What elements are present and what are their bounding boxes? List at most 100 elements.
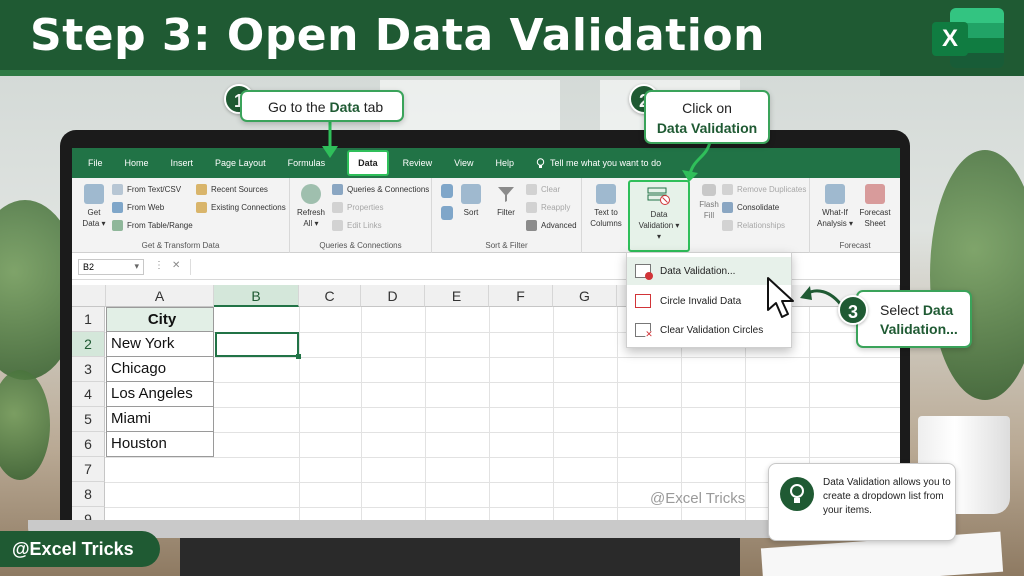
excel-logo-letter: X [932,22,968,56]
queries-connections-button[interactable]: Queries & Connections [332,184,429,195]
tell-me-search[interactable]: Tell me what you want to do [536,157,661,169]
gridline [489,307,490,520]
name-box[interactable]: B2 ▾ [78,259,144,275]
sort-az-icon [441,184,453,198]
tab-page-layout[interactable]: Page Layout [215,158,266,168]
row-header[interactable]: 4 [72,382,105,407]
circle-invalid-icon [635,294,651,308]
brand-badge: @Excel Tricks [0,531,160,567]
active-cell-b2[interactable] [215,332,301,359]
cell-a6[interactable]: Houston [106,432,214,457]
column-header[interactable]: F [489,285,553,307]
sort-icon [461,184,481,204]
row-header[interactable]: 3 [72,357,105,382]
clear-button[interactable]: Clear [526,184,560,195]
row-header[interactable]: 5 [72,407,105,432]
sort-button[interactable]: Sort [458,184,484,218]
column-header[interactable]: C [299,285,361,307]
formula-bar-grip: ⋮ [154,260,164,271]
tab-view[interactable]: View [454,158,473,168]
clear-filter-icon [526,184,537,195]
callout-text-bold: Data Validation [656,120,758,136]
flash-fill-button[interactable]: Flash Fill [698,184,720,221]
refresh-all-button[interactable]: Refresh All ▾ [296,184,326,229]
existing-connections-button[interactable]: Existing Connections [196,202,286,213]
group-data-tools: Text to Columns Flash Fill Remove Duplic… [582,178,810,253]
callout-step-1: Go to the Data tab [240,90,404,122]
clear-label: Clear [541,185,561,194]
arrow-icon [682,141,712,182]
consolidate-label: Consolidate [737,203,780,212]
cell-a2[interactable]: New York [106,332,214,357]
tab-review[interactable]: Review [403,158,433,168]
data-validation-icon [647,187,670,205]
cell-a4[interactable]: Los Angeles [106,382,214,407]
row-header[interactable]: 9 [72,507,105,520]
row-header[interactable]: 8 [72,482,105,507]
edit-links-button[interactable]: Edit Links [332,220,382,231]
menu-item-label: Clear Validation Circles [660,324,764,336]
forecast-sheet-button[interactable]: Forecast Sheet [856,184,894,229]
remove-duplicates-icon [722,184,733,195]
cell-a5[interactable]: Miami [106,407,214,432]
tip-text: Data Validation allows you to create a d… [823,477,951,516]
cell-a1[interactable]: City [106,307,214,332]
advanced-button[interactable]: Advanced [526,220,577,231]
recent-sources-button[interactable]: Recent Sources [196,184,268,195]
reapply-button[interactable]: Reapply [526,202,570,213]
get-data-button[interactable]: Get Data ▾ [80,184,108,229]
gridline [553,307,554,520]
tab-help[interactable]: Help [496,158,515,168]
data-validation-icon [635,264,653,280]
flash-fill-label-2: Fill [703,211,715,220]
properties-button[interactable]: Properties [332,202,383,213]
column-header[interactable]: B [214,285,299,307]
cancel-icon[interactable]: ✕ [172,260,180,271]
group-sort-filter: Sort Filter Clear Reapply Advanced Sort … [432,178,582,253]
forecast-chart-icon [865,184,885,204]
data-validation-label: Data [650,210,668,219]
column-header[interactable]: A [106,285,214,307]
cell-a3[interactable]: Chicago [106,357,214,382]
background-plant [930,150,1024,400]
get-data-label: Get [87,208,101,217]
text-to-columns-label: Text to [594,208,618,217]
gridline [425,307,426,520]
tab-data[interactable]: Data [347,150,389,176]
sort-desc-button[interactable] [440,206,454,223]
column-header[interactable]: G [553,285,617,307]
arrow-icon [800,286,844,307]
data-validation-button[interactable]: Data Validation ▾ ▾ [628,180,690,252]
database-icon [84,184,104,204]
queries-label: Queries & Connections [347,185,430,194]
row-header[interactable]: 7 [72,457,105,482]
column-header[interactable]: E [425,285,489,307]
tab-home[interactable]: Home [125,158,149,168]
from-text-button[interactable]: From Text/CSV [112,184,181,195]
advanced-filter-icon [526,220,537,231]
remove-duplicates-button[interactable]: Remove Duplicates [722,184,806,195]
recent-sources-label: Recent Sources [211,185,268,194]
gridline [105,457,900,458]
callout-text-bold: Validation... [880,321,958,337]
select-all-corner[interactable] [72,285,106,307]
row-header[interactable]: 2 [72,332,105,357]
text-to-columns-button[interactable]: Text to Columns [586,184,626,229]
from-table-label: From Table/Range [127,221,193,230]
consolidate-button[interactable]: Consolidate [722,202,779,213]
filter-button[interactable]: Filter [492,184,520,218]
lightbulb-icon [780,477,814,511]
column-header[interactable]: D [361,285,425,307]
menu-item-clear-circles[interactable]: ✕ Clear Validation Circles [627,316,791,344]
tab-insert[interactable]: Insert [171,158,194,168]
tutorial-image: Step 3: Open Data Validation X File Home… [0,0,1024,576]
row-header[interactable]: 6 [72,432,105,457]
relationships-button[interactable]: Relationships [722,220,785,231]
from-web-button[interactable]: From Web [112,202,164,213]
sort-za-icon [441,206,453,220]
sort-asc-button[interactable] [440,184,454,201]
from-table-button[interactable]: From Table/Range [112,220,193,231]
what-if-button[interactable]: What-If Analysis ▾ [816,184,854,229]
row-header[interactable]: 1 [72,307,105,332]
tab-file[interactable]: File [88,158,103,168]
